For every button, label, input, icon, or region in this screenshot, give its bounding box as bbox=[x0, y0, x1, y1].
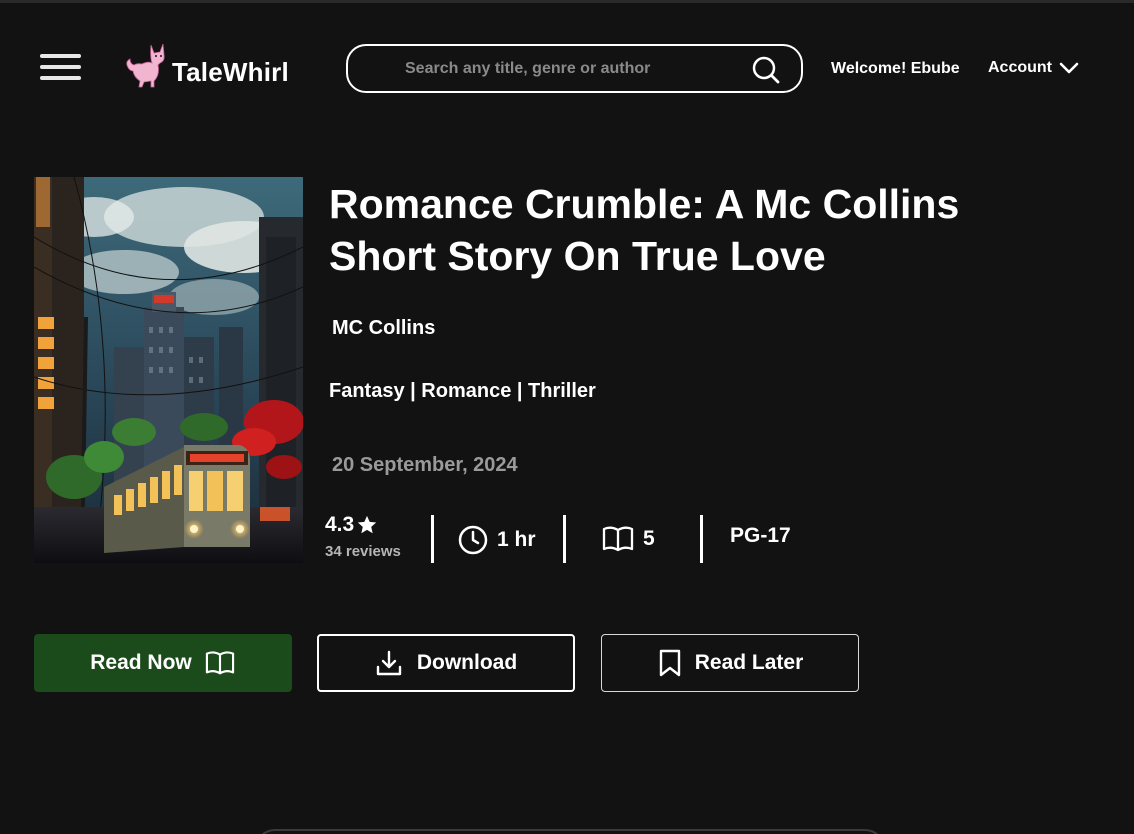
book-title: Romance Crumble: A Mc Collins Short Stor… bbox=[329, 181, 960, 279]
bookmark-icon bbox=[659, 649, 680, 677]
genre-list: Fantasy | Romance | Thriller bbox=[329, 380, 596, 402]
download-label: Download bbox=[416, 651, 518, 674]
author-name[interactable]: MC Collins bbox=[332, 317, 435, 340]
read-now-button[interactable]: Read Now bbox=[34, 634, 292, 692]
hamburger-menu-icon[interactable] bbox=[40, 54, 82, 82]
clock-icon bbox=[458, 525, 488, 555]
chapters-value: 5 bbox=[643, 527, 655, 550]
duration-value: 1 hr bbox=[497, 528, 536, 551]
welcome-text: Welcome! Ebube bbox=[831, 60, 960, 77]
account-menu[interactable]: Account bbox=[988, 59, 1080, 77]
search-icon[interactable] bbox=[751, 55, 781, 85]
book-cover[interactable] bbox=[34, 177, 303, 563]
age-rating-value: PG-17 bbox=[730, 524, 791, 547]
account-label: Account bbox=[988, 59, 1052, 76]
review-count[interactable]: 34 reviews bbox=[325, 543, 401, 560]
chapter-count: 5 bbox=[601, 524, 655, 554]
cat-logo-icon bbox=[126, 43, 165, 88]
rating-value: 4.3 bbox=[325, 513, 355, 536]
rating: 4.3 bbox=[325, 513, 378, 537]
read-later-label: Read Later bbox=[694, 651, 804, 674]
star-icon bbox=[358, 515, 377, 534]
divider bbox=[431, 515, 434, 563]
brand-name: TaleWhirl bbox=[172, 57, 289, 87]
search-input[interactable] bbox=[405, 59, 745, 78]
open-book-icon bbox=[205, 651, 234, 675]
divider bbox=[700, 515, 703, 563]
chevron-down-icon bbox=[1059, 62, 1079, 74]
book-cover-art bbox=[34, 177, 303, 563]
age-rating: PG-17 bbox=[730, 524, 791, 548]
search-bar bbox=[346, 44, 803, 93]
divider bbox=[563, 515, 566, 563]
publish-date: 20 September, 2024 bbox=[332, 454, 518, 476]
reading-time: 1 hr bbox=[457, 524, 536, 556]
logo[interactable]: TaleWhirl bbox=[124, 39, 289, 89]
bottom-panel bbox=[255, 829, 885, 834]
read-now-label: Read Now bbox=[90, 651, 192, 674]
download-button[interactable]: Download bbox=[317, 634, 575, 692]
open-book-icon bbox=[602, 526, 634, 552]
read-later-button[interactable]: Read Later bbox=[601, 634, 859, 692]
download-icon bbox=[376, 650, 402, 676]
